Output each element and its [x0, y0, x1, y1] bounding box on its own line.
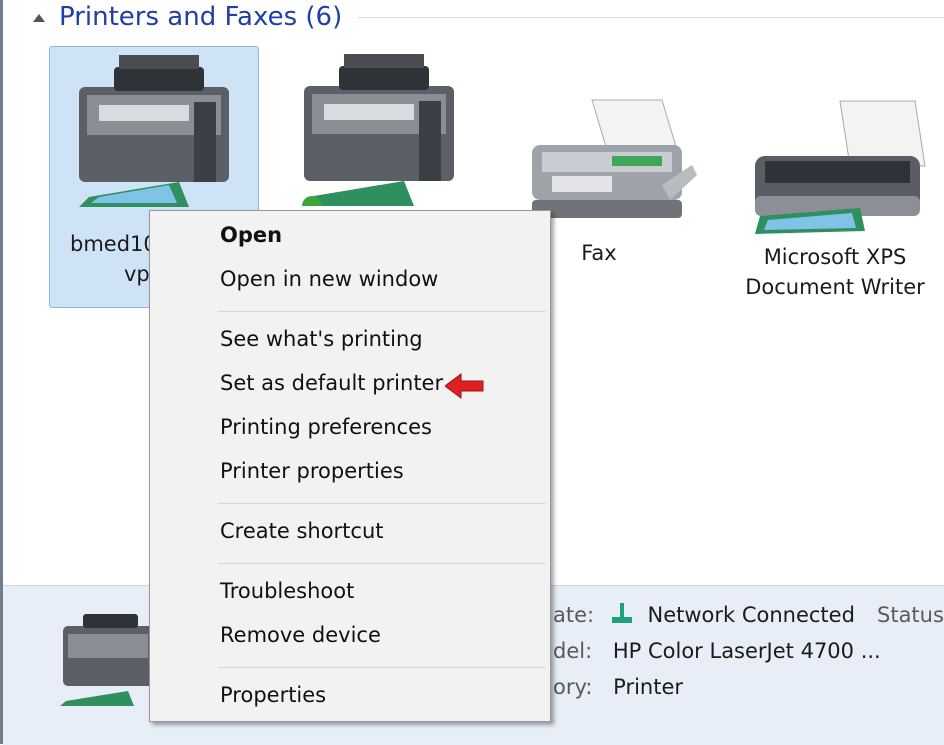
category-label: ory:	[553, 675, 593, 699]
menu-item-printer-properties[interactable]: Printer properties	[220, 459, 404, 483]
device-microsoft-xps[interactable]: Microsoft XPS Document Writer	[731, 96, 939, 306]
menu-separator	[218, 563, 546, 564]
group-divider	[358, 17, 944, 18]
network-icon	[609, 603, 635, 625]
group-title: Printers and Faxes (6)	[59, 2, 343, 32]
printer-icon	[302, 54, 454, 206]
menu-item-open-in-new-window[interactable]: Open in new window	[220, 267, 438, 291]
menu-item-remove-device[interactable]: Remove device	[220, 623, 381, 647]
status-label: Status:	[877, 603, 944, 627]
menu-item-printing-preferences[interactable]: Printing preferences	[220, 415, 432, 439]
printer-icon	[79, 55, 229, 207]
menu-separator	[218, 667, 546, 668]
model-value: HP Color LaserJet 4700 ...	[612, 639, 881, 663]
menu-item-open[interactable]: Open	[220, 223, 282, 247]
state-label: ate:	[553, 603, 595, 627]
collapse-arrow-icon[interactable]	[33, 14, 45, 22]
printer-thumbnail-icon	[60, 614, 153, 706]
red-arrow-icon	[445, 373, 484, 399]
menu-item-properties[interactable]: Properties	[220, 683, 326, 707]
fax-icon	[532, 99, 697, 218]
state-row: ate: Network Connected	[553, 603, 855, 627]
menu-item-troubleshoot[interactable]: Troubleshoot	[220, 579, 354, 603]
menu-item-see-whats-printing[interactable]: See what's printing	[220, 327, 423, 351]
devices-and-printers-window: Printers and Faxes (6) bmed10 vp Fax Mic…	[0, 0, 944, 745]
model-label: del:	[553, 639, 593, 663]
xps-printer-icon	[755, 100, 926, 234]
menu-separator	[218, 311, 546, 312]
menu-item-set-as-default-printer[interactable]: Set as default printer	[220, 371, 443, 395]
model-row: del: HP Color LaserJet 4700 ...	[553, 639, 881, 663]
device-label-line2: Document Writer	[745, 275, 925, 299]
menu-separator	[218, 503, 546, 504]
state-value: Network Connected	[647, 603, 855, 627]
context-menu: Open Open in new window See what's print…	[149, 210, 551, 722]
category-value: Printer	[613, 675, 684, 699]
group-header[interactable]: Printers and Faxes (6)	[33, 0, 342, 34]
device-label-line1: Microsoft XPS	[763, 245, 907, 269]
menu-item-create-shortcut[interactable]: Create shortcut	[220, 519, 384, 543]
device-printer-2[interactable]	[275, 46, 483, 216]
category-row: ory: Printer	[553, 675, 683, 699]
